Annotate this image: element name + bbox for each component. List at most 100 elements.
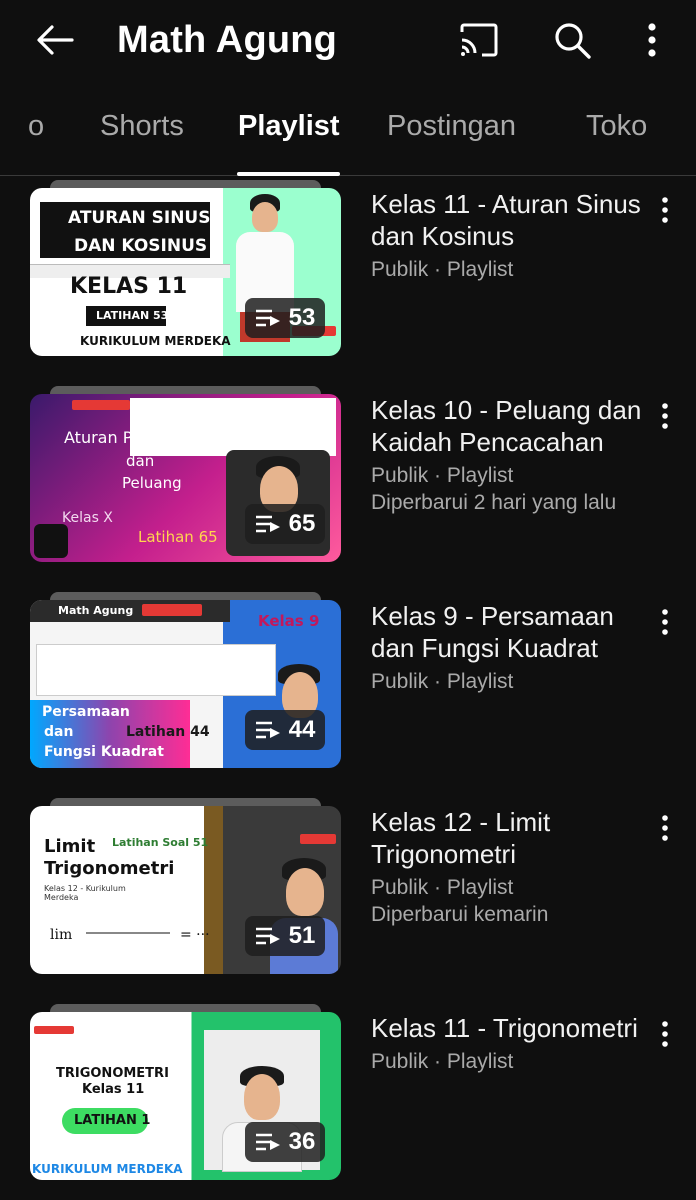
thumb-formula: lim = ··· — [50, 918, 210, 944]
thumb-text: Fungsi Kuadrat — [44, 744, 164, 760]
playlist-title[interactable]: Kelas 12 - Limit Trigonometri — [371, 806, 643, 870]
playlist-icon — [255, 1133, 280, 1151]
thumb-text: LATIHAN 53 — [96, 309, 169, 322]
dice-graphic — [34, 524, 68, 558]
thumb-person-face — [244, 1074, 280, 1120]
playlist-info[interactable]: Kelas 10 - Peluang dan Kaidah Pencacahan… — [371, 394, 643, 516]
playlist-menu-button[interactable] — [650, 188, 680, 232]
svg-text:lim: lim — [50, 927, 72, 943]
tab-playlist[interactable]: Playlist — [238, 110, 340, 143]
thumb-person-face — [286, 868, 324, 916]
playlist-thumbnail[interactable]: Aturan Pencacahan dan Peluang Kelas X La… — [30, 386, 341, 562]
subscribe-badge — [142, 604, 202, 616]
playlist-thumbnail[interactable]: ATURAN SINUS DAN KOSINUS KELAS 11 LATIHA… — [30, 180, 341, 356]
playlist-info[interactable]: Kelas 11 - Trigonometri Publik · Playlis… — [371, 1012, 643, 1075]
search-icon — [555, 23, 591, 59]
playlist-updated: Diperbarui 2 hari yang lalu — [371, 491, 617, 514]
thumb-text: LATIHAN 1 — [74, 1113, 151, 1128]
thumb-text: Limit — [44, 836, 96, 857]
thumb-text: TRIGONOMETRI — [56, 1066, 169, 1081]
more-options-button[interactable] — [628, 16, 676, 64]
thumb-problem-card — [36, 644, 276, 696]
video-count: 53 — [288, 304, 316, 331]
thumb-text: ATURAN SINUS — [68, 208, 211, 228]
playlist-meta: Publik · Playlist — [371, 464, 514, 487]
search-button[interactable] — [548, 16, 596, 64]
app-header: Math Agung — [0, 0, 696, 80]
playlist-icon — [255, 309, 280, 327]
channel-title: Math Agung — [117, 19, 338, 61]
thumb-text: dan — [44, 724, 74, 740]
tab-toko[interactable]: Toko — [586, 110, 647, 143]
video-count-badge: 44 — [245, 710, 325, 750]
playlist-thumbnail[interactable]: Math Agung Kelas 9 Persamaan dan Fungsi … — [30, 592, 341, 768]
playlist-menu-button[interactable] — [650, 394, 680, 438]
playlist-info[interactable]: Kelas 12 - Limit Trigonometri Publik · P… — [371, 806, 643, 928]
svg-text:= ···: = ··· — [180, 927, 210, 943]
cast-icon — [460, 23, 498, 57]
playlist-title[interactable]: Kelas 9 - Persamaan dan Fungsi Kuadrat — [371, 600, 643, 664]
playlist-thumbnail[interactable]: Limit Trigonometri Latihan Soal 51 Kelas… — [30, 798, 341, 974]
playlist-title[interactable]: Kelas 11 - Aturan Sinus dan Kosinus — [371, 188, 643, 252]
tab-postingan[interactable]: Postingan — [387, 110, 516, 143]
playlist-item[interactable]: Aturan Pencacahan dan Peluang Kelas X La… — [0, 386, 696, 566]
subscribe-badge — [34, 1026, 74, 1034]
thumb-text: Kelas 12 - Kurikulum Merdeka — [44, 884, 126, 902]
video-count: 65 — [288, 510, 316, 537]
playlist-meta: Publik · Playlist — [371, 1050, 514, 1073]
more-vert-icon — [662, 403, 668, 429]
back-button[interactable] — [30, 18, 78, 62]
video-count-badge: 51 — [245, 916, 325, 956]
thumb-text: Persamaan — [42, 704, 130, 720]
video-count-badge: 53 — [245, 298, 325, 338]
active-tab-indicator — [237, 172, 340, 176]
more-vert-icon — [662, 609, 668, 635]
video-count-badge: 65 — [245, 504, 325, 544]
thumb-text: Latihan 65 — [138, 528, 218, 546]
thumb-person-face — [252, 202, 278, 232]
playlist-updated: Diperbarui kemarin — [371, 903, 549, 926]
video-count: 44 — [288, 716, 316, 743]
playlist-icon — [255, 927, 280, 945]
thumb-text: Aturan Pencacahan — [64, 428, 220, 447]
tab-partial[interactable]: o — [28, 110, 44, 143]
thumb-text: dan — [126, 452, 155, 470]
cast-button[interactable] — [455, 16, 503, 64]
thumb-text: Kelas 9 — [258, 612, 320, 630]
more-vert-icon — [662, 197, 668, 223]
thumb-text: DAN KOSINUS — [74, 236, 208, 256]
back-arrow-icon — [37, 25, 74, 55]
tab-shorts[interactable]: Shorts — [100, 110, 184, 143]
video-count: 36 — [288, 1128, 316, 1155]
playlist-menu-button[interactable] — [650, 600, 680, 644]
subscribe-badge — [300, 834, 336, 844]
thumb-problem-card — [130, 398, 336, 456]
playlist-item[interactable]: Limit Trigonometri Latihan Soal 51 Kelas… — [0, 798, 696, 978]
playlist-info[interactable]: Kelas 9 - Persamaan dan Fungsi Kuadrat P… — [371, 600, 643, 695]
playlist-meta: Publik · Playlist — [371, 876, 514, 899]
playlist-menu-button[interactable] — [650, 806, 680, 850]
playlist-item[interactable]: TRIGONOMETRI Kelas 11 LATIHAN 1 KURIKULU… — [0, 1004, 696, 1184]
playlist-title[interactable]: Kelas 10 - Peluang dan Kaidah Pencacahan — [371, 394, 643, 458]
thumb-text: KURIKULUM MERDEKA — [80, 334, 231, 348]
thumb-text: Math Agung — [58, 604, 134, 617]
thumb-text: KURIKULUM MERDEKA — [32, 1162, 183, 1176]
more-vert-icon — [648, 23, 656, 57]
thumb-text: Kelas 11 — [82, 1082, 145, 1097]
channel-tabs: o Shorts Playlist Postingan Toko — [0, 88, 696, 176]
thumb-text: Peluang — [122, 474, 182, 492]
playlist-item[interactable]: ATURAN SINUS DAN KOSINUS KELAS 11 LATIHA… — [0, 180, 696, 360]
subscribe-badge — [72, 400, 130, 410]
thumb-text: Latihan 44 — [126, 724, 210, 740]
playlist-title[interactable]: Kelas 11 - Trigonometri — [371, 1012, 643, 1044]
playlist-meta: Publik · Playlist — [371, 670, 514, 693]
playlist-icon — [255, 721, 280, 739]
video-count: 51 — [288, 922, 316, 949]
playlist-menu-button[interactable] — [650, 1012, 680, 1056]
thumb-text: KELAS 11 — [70, 274, 188, 299]
playlist-thumbnail[interactable]: TRIGONOMETRI Kelas 11 LATIHAN 1 KURIKULU… — [30, 1004, 341, 1180]
playlist-info[interactable]: Kelas 11 - Aturan Sinus dan Kosinus Publ… — [371, 188, 643, 283]
playlist-item[interactable]: Math Agung Kelas 9 Persamaan dan Fungsi … — [0, 592, 696, 772]
more-vert-icon — [662, 1021, 668, 1047]
playlist-meta: Publik · Playlist — [371, 258, 514, 281]
